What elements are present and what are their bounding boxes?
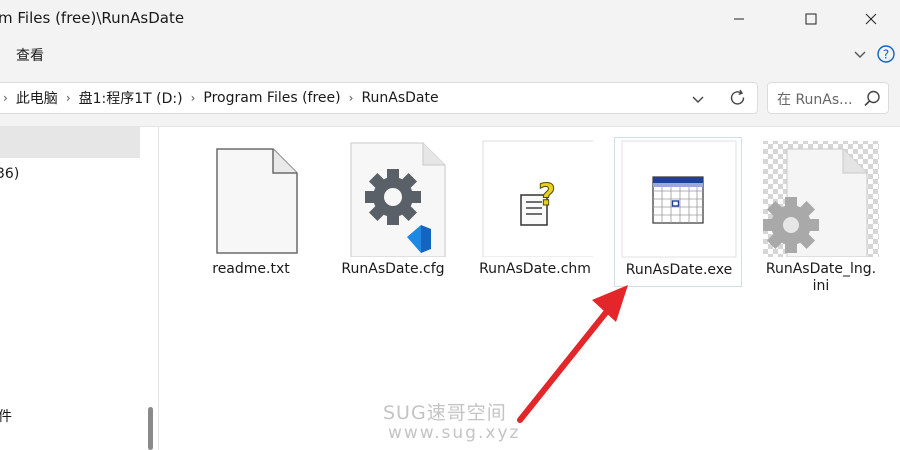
svg-text:?: ? [538, 178, 555, 213]
nav-item-selected[interactable] [0, 127, 140, 158]
file-name: readme.txt [212, 261, 290, 277]
command-bar: 查看 ? [0, 38, 900, 72]
crumb-program-files[interactable]: Program Files (free) [203, 90, 340, 106]
file-list: readme.txt RunAsDate.cfg ? RunAsDate.chm… [159, 127, 900, 450]
chevron-right-icon: › [3, 91, 8, 105]
crumb-this-pc[interactable]: 此电脑 [16, 88, 58, 108]
chevron-right-icon: › [348, 91, 354, 105]
text-file-icon [193, 139, 309, 257]
file-item-readme[interactable]: readme.txt [187, 137, 315, 287]
refresh-icon[interactable] [728, 88, 748, 112]
window-title: m Files (free)\RunAsDate [0, 9, 185, 27]
settings-file-icon [763, 139, 885, 258]
file-name: RunAsDate.cfg [341, 261, 445, 277]
breadcrumb: › 此电脑 › 盘1:程序1T (D:) › Program Files (fr… [0, 83, 439, 113]
address-row: › 此电脑 › 盘1:程序1T (D:) › Program Files (fr… [0, 72, 900, 127]
close-button[interactable] [848, 0, 894, 38]
minimize-button[interactable] [716, 0, 762, 38]
svg-text:?: ? [883, 48, 889, 62]
file-name: RunAsDate.exe [625, 262, 733, 278]
file-name: RunAsDate_lng. ini [765, 261, 877, 294]
watermark-url: www.sug.xyz [388, 423, 521, 443]
nav-item-partial-files[interactable]: 件 [0, 406, 12, 426]
address-bar[interactable]: › 此电脑 › 盘1:程序1T (D:) › Program Files (fr… [0, 82, 758, 114]
minimize-icon [734, 18, 744, 20]
chevron-down-icon[interactable] [689, 90, 707, 112]
help-icon[interactable]: ? [876, 44, 896, 64]
file-item-ini[interactable]: RunAsDate_lng. ini [757, 137, 885, 294]
crumb-runasdate[interactable]: RunAsDate [361, 90, 438, 106]
search-icon[interactable] [862, 89, 882, 113]
file-item-exe[interactable]: RunAsDate.exe [614, 137, 742, 287]
search-input[interactable]: 在 RunAs... [767, 82, 889, 114]
maximize-icon [805, 13, 817, 25]
chevron-right-icon: › [65, 91, 71, 105]
file-item-chm[interactable]: ? RunAsDate.chm [471, 137, 600, 287]
chevron-down-icon[interactable] [850, 44, 870, 64]
vscode-config-gear-icon [335, 139, 451, 258]
view-menu[interactable]: 查看 [16, 45, 44, 65]
search-placeholder: 在 RunAs... [777, 92, 853, 108]
file-item-cfg[interactable]: RunAsDate.cfg [329, 137, 457, 287]
navigation-pane[interactable]: 36) 件 [0, 127, 158, 450]
maximize-button[interactable] [788, 0, 834, 38]
nav-item-partial[interactable]: 36) [0, 166, 19, 182]
calendar-app-icon [621, 140, 737, 258]
watermark-text: SUG速哥空间 [383, 402, 507, 424]
crumb-drive-d[interactable]: 盘1:程序1T (D:) [79, 88, 183, 108]
title-bar[interactable]: m Files (free)\RunAsDate [0, 0, 900, 38]
help-file-icon: ? [477, 139, 600, 258]
nav-scrollbar[interactable] [148, 407, 153, 450]
chevron-right-icon: › [190, 91, 196, 105]
file-name: RunAsDate.chm [479, 261, 591, 277]
close-icon [865, 13, 877, 25]
